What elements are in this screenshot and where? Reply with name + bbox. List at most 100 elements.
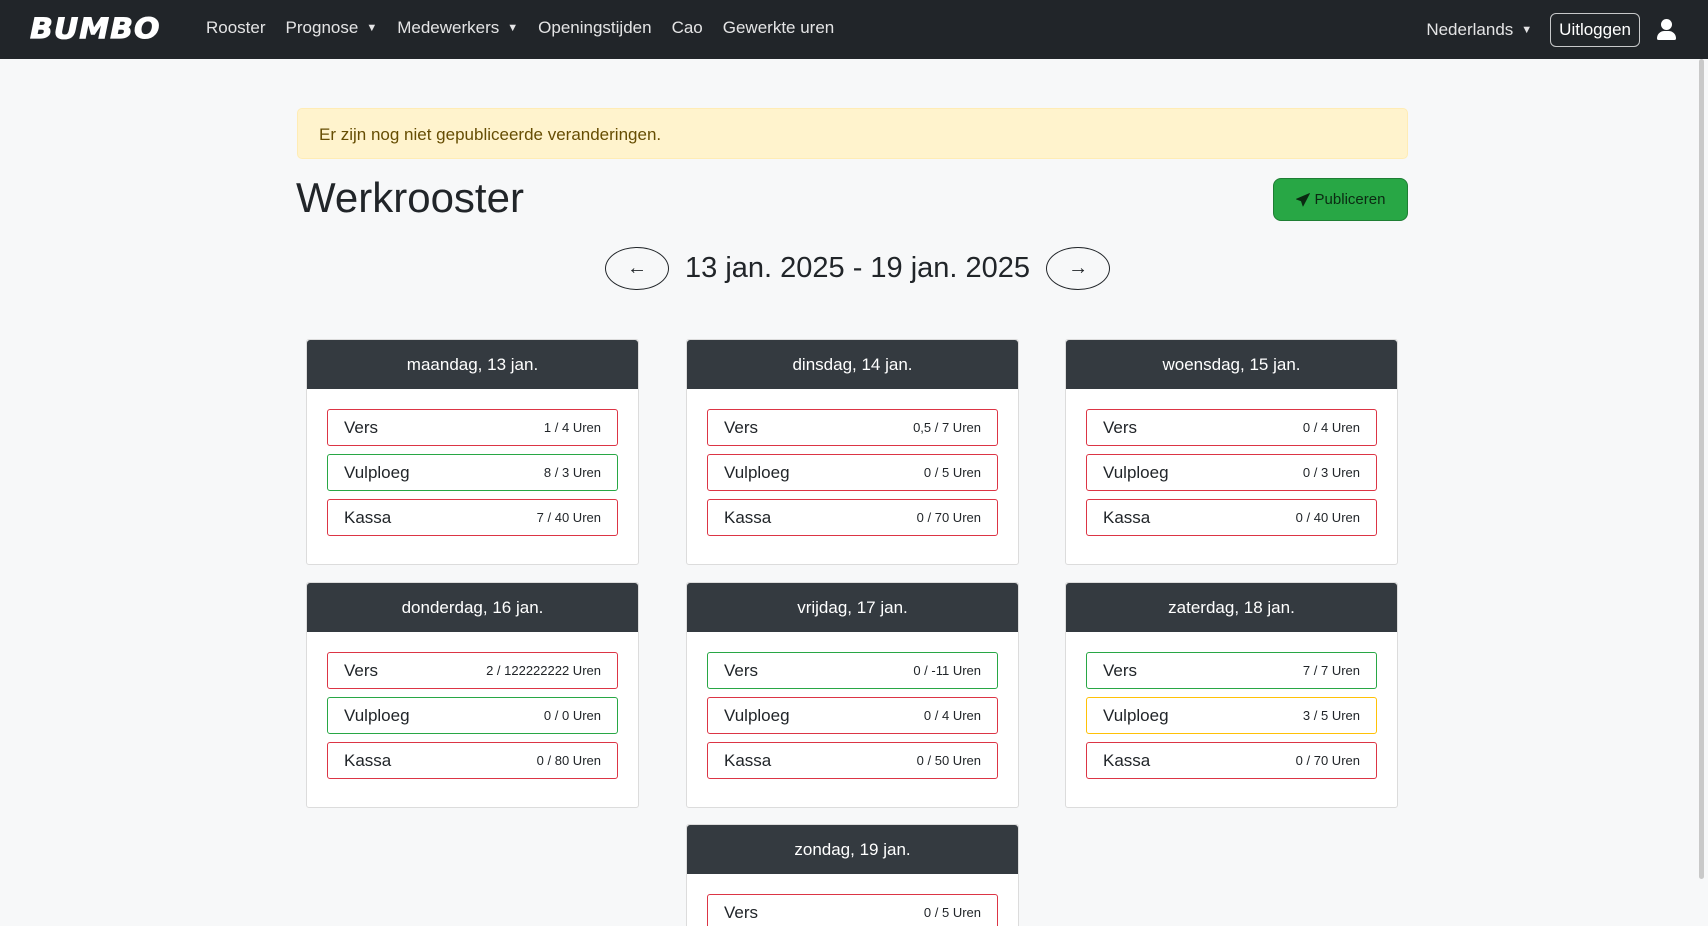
department-kassa[interactable]: Kassa 0 / 80 Uren (327, 742, 618, 779)
department-hours: 0 / 5 Uren (923, 905, 981, 920)
department-vulploeg[interactable]: Vulploeg 0 / 4 Uren (707, 697, 998, 734)
nav-link-label: Cao (671, 17, 703, 37)
nav-link-label: Rooster (206, 17, 266, 37)
department-hours: 0 / 4 Uren (1302, 420, 1360, 435)
department-name: Kassa (1103, 507, 1151, 527)
department-hours: 0 / 40 Uren (1295, 510, 1360, 525)
user-icon[interactable] (1656, 18, 1678, 41)
day-header: zondag, 19 jan. (687, 825, 1018, 874)
department-hours: 7 / 7 Uren (1302, 663, 1360, 678)
nav-link-label: Medewerkers (397, 17, 500, 37)
day-card-monday: maandag, 13 jan. Vers 1 / 4 Uren Vulploeg… (306, 339, 639, 565)
week-navigator: ← 13 jan. 2025 - 19 jan. 2025 → (605, 247, 1111, 290)
bumbo-logo[interactable]: BUMBO (29, 12, 160, 46)
department-vers[interactable]: Vers 2 / 122222222 Uren (327, 652, 618, 689)
department-kassa[interactable]: Kassa 0 / 70 Uren (707, 499, 998, 536)
department-name: Vers (724, 902, 759, 922)
department-hours: 1 / 4 Uren (543, 420, 601, 435)
department-vers[interactable]: Vers 0,5 / 7 Uren (707, 409, 998, 446)
department-name: Vers (724, 417, 759, 437)
department-name: Vulploeg (724, 462, 790, 482)
day-header: donderdag, 16 jan. (307, 583, 638, 632)
department-vulploeg[interactable]: Vulploeg 0 / 0 Uren (327, 697, 618, 734)
paper-plane-icon (1295, 192, 1310, 206)
language-dropdown[interactable]: Nederlands ▼ (1426, 20, 1532, 40)
department-vers[interactable]: Vers 0 / -11 Uren (707, 652, 998, 689)
department-list: Vers 0 / 5 Uren (687, 874, 1018, 926)
nav-link-gewerkte-uren[interactable]: Gewerkte uren (723, 18, 835, 38)
department-kassa[interactable]: Kassa 0 / 70 Uren (1086, 742, 1377, 779)
caret-down-icon: ▼ (507, 21, 519, 34)
department-name: Vulploeg (1103, 705, 1169, 725)
department-vers[interactable]: Vers 1 / 4 Uren (327, 409, 618, 446)
department-name: Vers (1103, 660, 1138, 680)
department-hours: 0 / 70 Uren (916, 510, 981, 525)
day-header: zaterdag, 18 jan. (1066, 583, 1397, 632)
nav-link-cao[interactable]: Cao (672, 18, 703, 38)
department-kassa[interactable]: Kassa 7 / 40 Uren (327, 499, 618, 536)
department-name: Kassa (724, 507, 772, 527)
nav-link-label: Gewerkte uren (722, 17, 835, 37)
department-hours: 0 / 3 Uren (1302, 465, 1360, 480)
department-hours: 0,5 / 7 Uren (913, 420, 981, 435)
day-card-friday: vrijdag, 17 jan. Vers 0 / -11 Uren Vulplo… (686, 582, 1019, 808)
department-list: Vers 0 / -11 Uren Vulploeg 0 / 4 Uren Kass… (687, 632, 1018, 797)
department-hours: 0 / 0 Uren (543, 708, 601, 723)
publish-label: Publiceren (1314, 191, 1386, 208)
day-header: maandag, 13 jan. (307, 340, 638, 389)
day-card-sunday: zondag, 19 jan. Vers 0 / 5 Uren (686, 824, 1019, 926)
scrollbar-thumb[interactable] (1699, 59, 1704, 879)
department-vers[interactable]: Vers 0 / 5 Uren (707, 894, 998, 926)
department-vulploeg[interactable]: Vulploeg 0 / 3 Uren (1086, 454, 1377, 491)
department-vers[interactable]: Vers 7 / 7 Uren (1086, 652, 1377, 689)
day-card-saturday: zaterdag, 18 jan. Vers 7 / 7 Uren Vulploe… (1065, 582, 1398, 808)
department-hours: 0 / 5 Uren (923, 465, 981, 480)
nav-link-rooster[interactable]: Rooster (206, 18, 266, 38)
department-name: Kassa (1103, 750, 1151, 770)
day-header: dinsdag, 14 jan. (687, 340, 1018, 389)
department-hours: 7 / 40 Uren (536, 510, 601, 525)
department-vulploeg[interactable]: Vulploeg 3 / 5 Uren (1086, 697, 1377, 734)
day-card-thursday: donderdag, 16 jan. Vers 2 / 122222222 Ure… (306, 582, 639, 808)
logout-button[interactable]: Uitloggen (1550, 12, 1640, 47)
department-name: Kassa (344, 750, 392, 770)
department-list: Vers 7 / 7 Uren Vulploeg 3 / 5 Uren Kassa 0… (1066, 632, 1397, 797)
department-name: Kassa (344, 507, 392, 527)
department-kassa[interactable]: Kassa 0 / 40 Uren (1086, 499, 1377, 536)
department-vers[interactable]: Vers 0 / 4 Uren (1086, 409, 1377, 446)
caret-down-icon: ▼ (366, 21, 378, 34)
nav-links: Rooster Prognose ▼ Medewerkers ▼ Openingst… (206, 0, 854, 55)
next-week-button[interactable]: → (1046, 247, 1111, 290)
publish-button[interactable]: Publiceren (1273, 178, 1408, 221)
nav-dropdown-medewerkers[interactable]: Medewerkers ▼ (397, 18, 518, 38)
department-name: Kassa (724, 750, 772, 770)
scrollbar[interactable] (1696, 59, 1708, 926)
day-card-tuesday: dinsdag, 14 jan. Vers 0,5 / 7 Uren Vulplo… (686, 339, 1019, 565)
department-hours: 0 / -11 Uren (913, 663, 981, 678)
department-name: Vers (344, 417, 379, 437)
page-title: Werkrooster (296, 174, 524, 221)
department-name: Vulploeg (724, 705, 790, 725)
department-name: Vulploeg (344, 462, 410, 482)
day-header: woensdag, 15 jan. (1066, 340, 1397, 389)
department-hours: 0 / 50 Uren (916, 753, 981, 768)
department-hours: 2 / 122222222 Uren (486, 663, 601, 678)
department-vulploeg[interactable]: Vulploeg 0 / 5 Uren (707, 454, 998, 491)
nav-dropdown-prognose[interactable]: Prognose ▼ (286, 18, 378, 38)
nav-link-label: Prognose (285, 17, 359, 37)
language-label: Nederlands (1426, 19, 1514, 39)
department-vulploeg[interactable]: Vulploeg 8 / 3 Uren (327, 454, 618, 491)
nav-link-openingstijden[interactable]: Openingstijden (538, 18, 651, 38)
department-hours: 0 / 80 Uren (536, 753, 601, 768)
caret-down-icon: ▼ (1521, 23, 1533, 36)
week-label: 13 jan. 2025 - 19 jan. 2025 (685, 252, 1031, 284)
department-list: Vers 0,5 / 7 Uren Vulploeg 0 / 5 Uren Kass… (687, 389, 1018, 554)
department-kassa[interactable]: Kassa 0 / 50 Uren (707, 742, 998, 779)
prev-week-button[interactable]: ← (605, 247, 669, 290)
nav-link-label: Openingstijden (538, 17, 652, 37)
department-list: Vers 2 / 122222222 Uren Vulploeg 0 / 0 Ure… (307, 632, 638, 797)
department-name: Vers (1103, 417, 1138, 437)
department-list: Vers 1 / 4 Uren Vulploeg 8 / 3 Uren Kassa 7… (307, 389, 638, 554)
department-hours: 8 / 3 Uren (543, 465, 601, 480)
department-hours: 0 / 70 Uren (1295, 753, 1360, 768)
